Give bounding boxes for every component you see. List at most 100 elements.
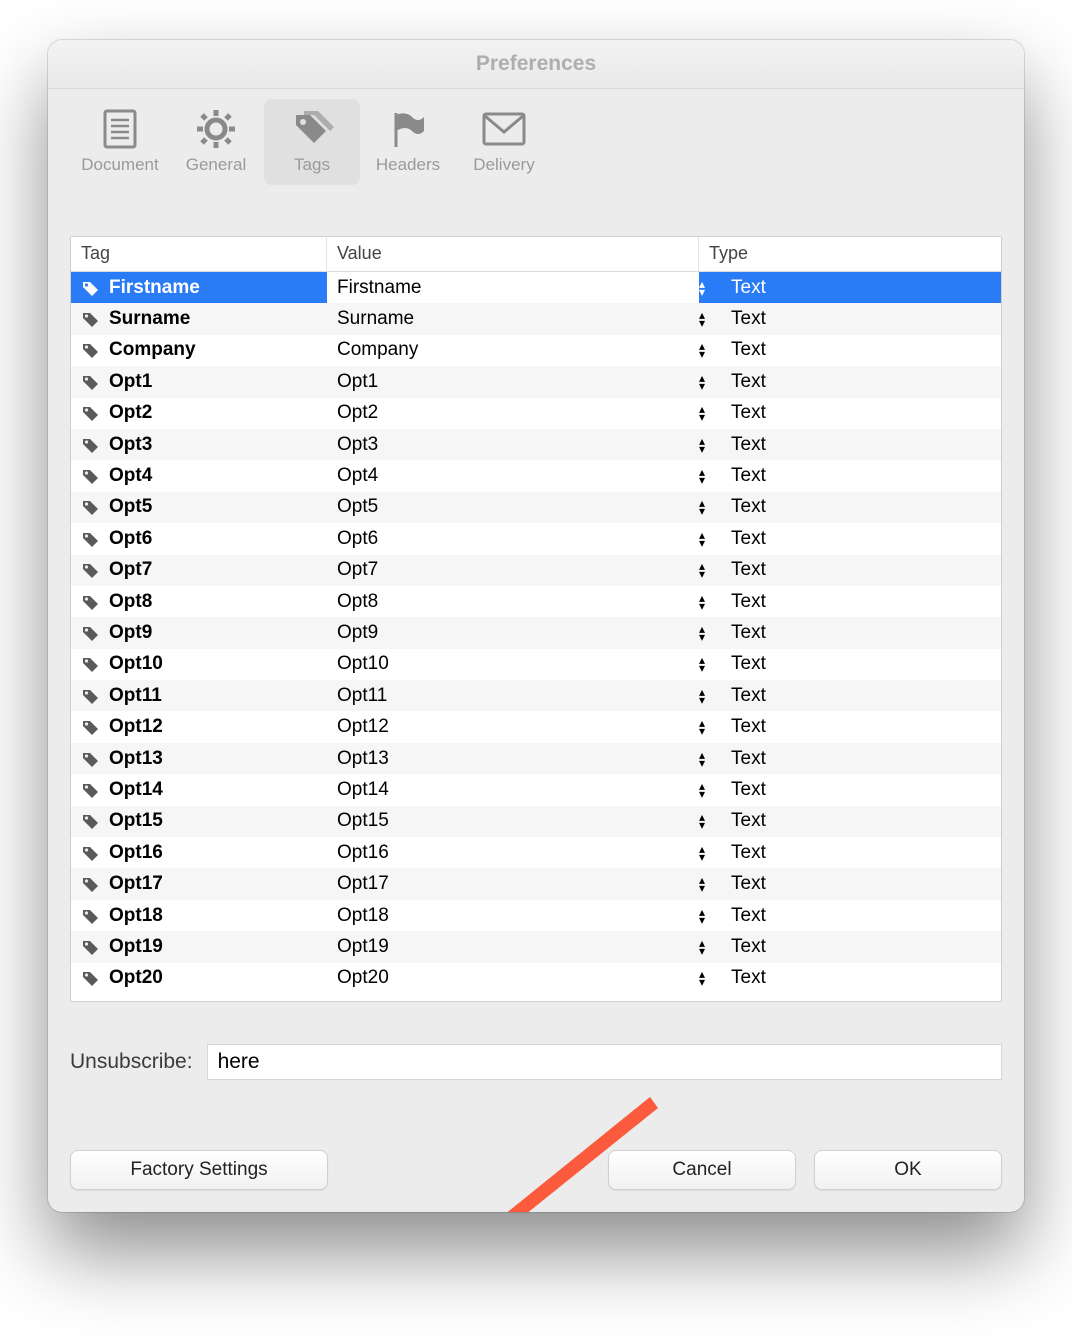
value-cell[interactable]: Opt10 [327,649,699,680]
table-row[interactable]: Opt20 Opt20 ▴▾ Text [71,963,1001,994]
table-row[interactable]: Opt10 Opt10 ▴▾ Text [71,649,1001,680]
updown-icon: ▴▾ [699,688,705,704]
value-cell[interactable]: Opt14 [327,774,699,805]
table-row[interactable]: Opt4 Opt4 ▴▾ Text [71,460,1001,491]
type-value: Text [731,873,766,895]
table-row[interactable]: Company Company ▴▾ Text [71,335,1001,366]
type-cell[interactable]: ▴▾ Text [699,366,1001,397]
updown-icon: ▴▾ [699,876,705,892]
tag-icon [81,844,101,862]
type-cell[interactable]: ▴▾ Text [699,774,1001,805]
value-cell[interactable]: Opt5 [327,492,699,523]
type-cell[interactable]: ▴▾ Text [699,555,1001,586]
table-row[interactable]: Opt14 Opt14 ▴▾ Text [71,774,1001,805]
tab-tags[interactable]: Tags [264,99,360,185]
tag-cell: Opt1 [71,366,327,397]
tag-name: Opt12 [109,716,163,738]
type-cell[interactable]: ▴▾ Text [699,398,1001,429]
type-cell[interactable]: ▴▾ Text [699,460,1001,491]
table-row[interactable]: Opt2 Opt2 ▴▾ Text [71,398,1001,429]
table-row[interactable]: Opt12 Opt12 ▴▾ Text [71,711,1001,742]
type-cell[interactable]: ▴▾ Text [699,649,1001,680]
tags-table: Tag Value Type Firstname Firstname ▴▾ Te… [70,236,1002,1002]
type-value: Text [731,591,766,613]
tab-delivery[interactable]: Delivery [456,99,552,185]
value-text: Opt16 [337,842,389,864]
value-cell[interactable]: Opt4 [327,460,699,491]
value-cell[interactable]: Opt19 [327,931,699,962]
tab-document[interactable]: Document [72,99,168,185]
type-cell[interactable]: ▴▾ Text [699,743,1001,774]
table-row[interactable]: Opt5 Opt5 ▴▾ Text [71,492,1001,523]
ok-button[interactable]: OK [814,1150,1002,1190]
tag-icon [81,530,101,548]
type-value: Text [731,339,766,361]
value-cell[interactable]: Company [327,335,699,366]
type-cell[interactable]: ▴▾ Text [699,868,1001,899]
table-row[interactable]: Surname Surname ▴▾ Text [71,303,1001,334]
type-cell[interactable]: ▴▾ Text [699,900,1001,931]
type-cell[interactable]: ▴▾ Text [699,272,1001,303]
table-row[interactable]: Opt19 Opt19 ▴▾ Text [71,931,1001,962]
value-cell[interactable]: Surname [327,303,699,334]
type-cell[interactable]: ▴▾ Text [699,429,1001,460]
type-cell[interactable]: ▴▾ Text [699,617,1001,648]
value-cell[interactable]: Opt3 [327,429,699,460]
value-cell[interactable]: Opt18 [327,900,699,931]
table-row[interactable]: Opt13 Opt13 ▴▾ Text [71,743,1001,774]
value-cell[interactable]: Opt9 [327,617,699,648]
type-value: Text [731,308,766,330]
table-row[interactable]: Opt9 Opt9 ▴▾ Text [71,617,1001,648]
column-tag[interactable]: Tag [71,237,327,271]
table-row[interactable]: Opt8 Opt8 ▴▾ Text [71,586,1001,617]
value-cell[interactable]: Opt7 [327,555,699,586]
type-cell[interactable]: ▴▾ Text [699,963,1001,994]
cancel-button[interactable]: Cancel [608,1150,796,1190]
value-cell[interactable]: Opt6 [327,523,699,554]
value-cell[interactable]: Opt15 [327,806,699,837]
type-cell[interactable]: ▴▾ Text [699,711,1001,742]
value-cell[interactable]: Opt13 [327,743,699,774]
type-cell[interactable]: ▴▾ Text [699,523,1001,554]
value-cell[interactable]: Firstname [327,272,699,303]
type-cell[interactable]: ▴▾ Text [699,586,1001,617]
type-cell[interactable]: ▴▾ Text [699,837,1001,868]
table-row[interactable]: Opt6 Opt6 ▴▾ Text [71,523,1001,554]
table-row[interactable]: Opt16 Opt16 ▴▾ Text [71,837,1001,868]
type-cell[interactable]: ▴▾ Text [699,680,1001,711]
table-row[interactable]: Opt11 Opt11 ▴▾ Text [71,680,1001,711]
value-cell[interactable]: Opt20 [327,963,699,994]
table-row[interactable]: Firstname Firstname ▴▾ Text [71,272,1001,303]
tag-cell: Opt10 [71,649,327,680]
table-row[interactable]: Opt15 Opt15 ▴▾ Text [71,806,1001,837]
value-cell[interactable]: Opt1 [327,366,699,397]
type-cell[interactable]: ▴▾ Text [699,931,1001,962]
table-row[interactable]: Opt3 Opt3 ▴▾ Text [71,429,1001,460]
value-cell[interactable]: Opt2 [327,398,699,429]
updown-icon: ▴▾ [699,374,705,390]
value-cell[interactable]: Opt12 [327,711,699,742]
type-cell[interactable]: ▴▾ Text [699,492,1001,523]
tag-icon [81,310,101,328]
unsubscribe-input[interactable] [207,1044,1002,1080]
table-row[interactable]: Opt18 Opt18 ▴▾ Text [71,900,1001,931]
factory-settings-button[interactable]: Factory Settings [70,1150,328,1190]
type-cell[interactable]: ▴▾ Text [699,806,1001,837]
type-value: Text [731,528,766,550]
table-row[interactable]: Opt1 Opt1 ▴▾ Text [71,366,1001,397]
value-cell[interactable]: Opt11 [327,680,699,711]
value-cell[interactable]: Opt17 [327,868,699,899]
tag-cell: Opt7 [71,555,327,586]
column-value[interactable]: Value [327,237,699,271]
tab-general[interactable]: General [168,99,264,185]
tag-name: Opt9 [109,622,152,644]
table-row[interactable]: Opt17 Opt17 ▴▾ Text [71,868,1001,899]
value-cell[interactable]: Opt8 [327,586,699,617]
value-cell[interactable]: Opt16 [327,837,699,868]
table-row[interactable]: Opt7 Opt7 ▴▾ Text [71,555,1001,586]
type-cell[interactable]: ▴▾ Text [699,335,1001,366]
value-text: Opt15 [337,810,389,832]
type-cell[interactable]: ▴▾ Text [699,303,1001,334]
tab-headers[interactable]: Headers [360,99,456,185]
column-type[interactable]: Type [699,237,1001,271]
